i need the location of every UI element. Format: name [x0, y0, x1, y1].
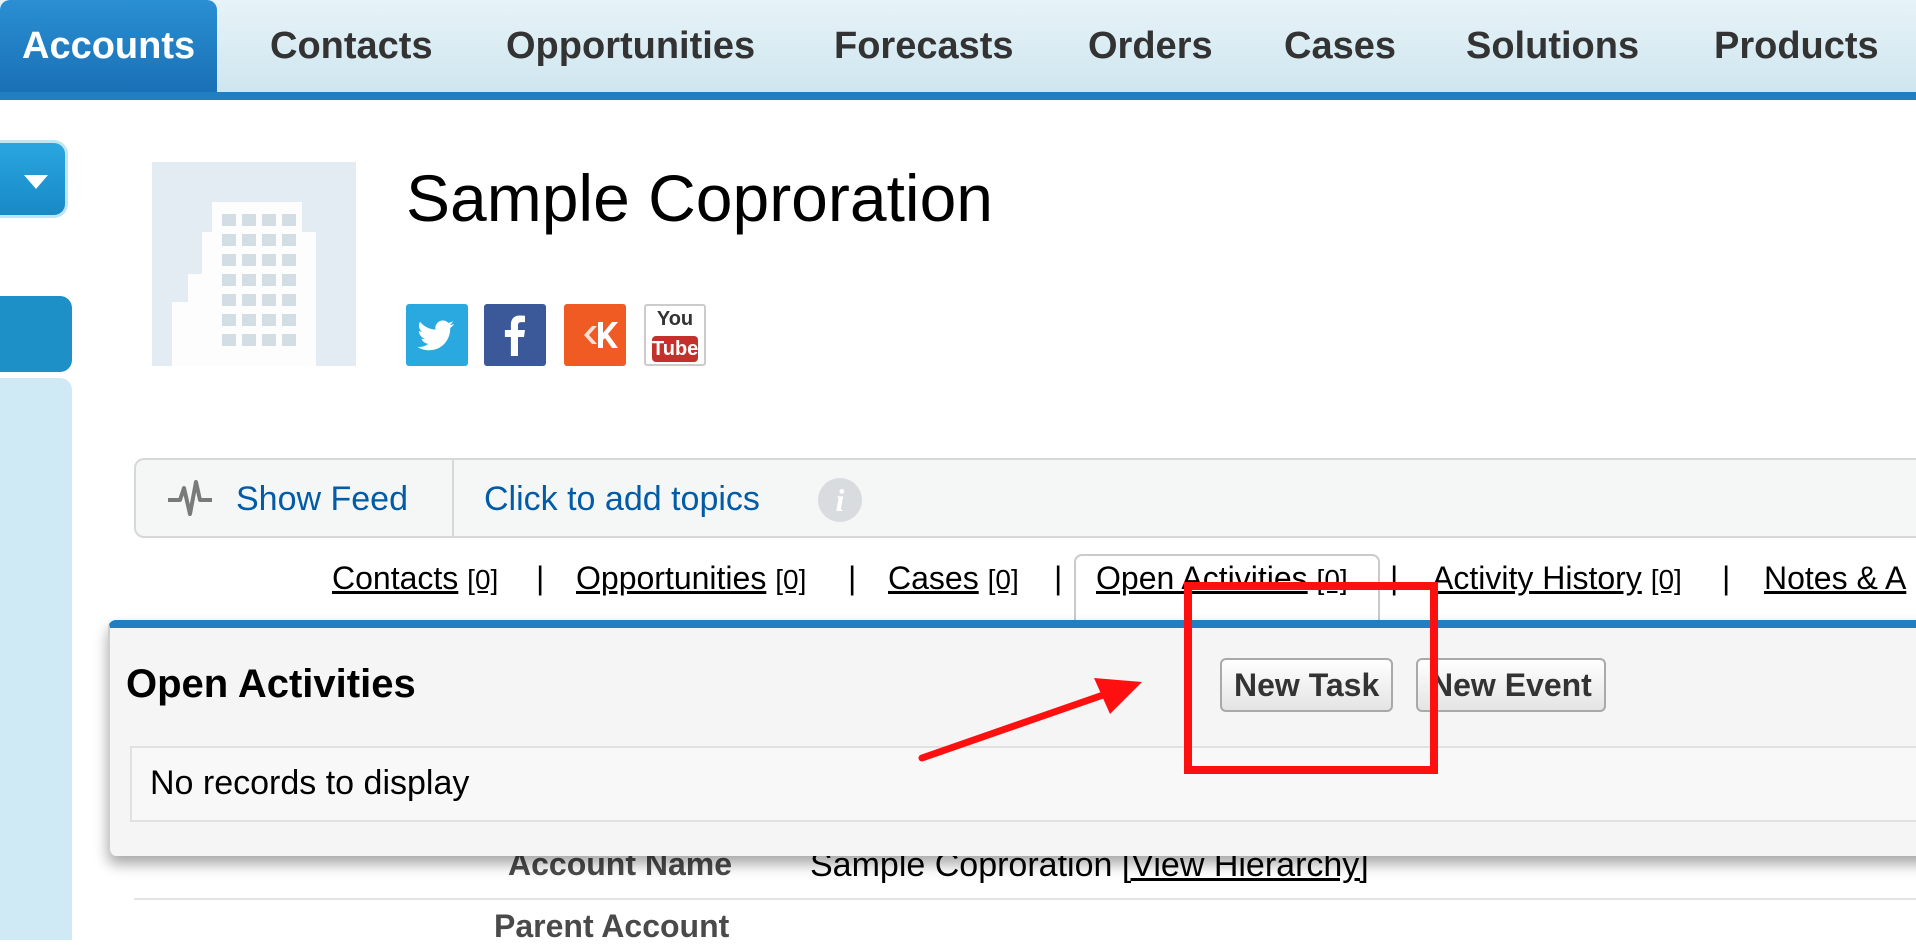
info-icon[interactable]: i	[818, 478, 862, 522]
open-activities-title: Open Activities	[126, 662, 416, 706]
related-link-contacts[interactable]: Contacts [0]	[332, 560, 498, 597]
related-link-label: Contacts	[332, 560, 459, 596]
add-topics-link[interactable]: Click to add topics	[484, 480, 760, 519]
related-link-cases[interactable]: Cases [0]	[888, 560, 1019, 597]
related-link-opportunities[interactable]: Opportunities [0]	[576, 560, 806, 597]
related-link-label: Cases	[888, 560, 979, 596]
tab-forecasts[interactable]: Forecasts	[834, 0, 1014, 92]
chevron-down-icon	[24, 175, 48, 189]
annotation-arrow-icon	[918, 678, 1142, 762]
related-separator: |	[1054, 560, 1063, 596]
tab-cases[interactable]: Cases	[1284, 0, 1396, 92]
tab-contacts[interactable]: Contacts	[270, 0, 433, 92]
empty-state-text: No records to display	[150, 764, 470, 802]
youtube-icon[interactable]: You Tube	[644, 304, 706, 366]
detail-divider	[134, 898, 1916, 900]
parent-account-label: Parent Account	[494, 908, 730, 944]
related-link-label: Activity History	[1432, 560, 1642, 596]
related-link-activity-history[interactable]: Activity History [0]	[1432, 560, 1682, 597]
related-separator: |	[536, 560, 545, 596]
related-link-label: Notes & A	[1764, 560, 1907, 596]
chatter-feed-bar: Show Feed Click to add topics i	[134, 458, 1916, 538]
account-building-icon	[152, 162, 356, 366]
annotation-highlight-box	[1184, 582, 1438, 774]
tab-opportunities[interactable]: Opportunities	[506, 0, 755, 92]
new-event-button[interactable]: New Event	[1416, 658, 1606, 712]
twitter-icon[interactable]	[406, 304, 468, 366]
sidebar-panel	[0, 378, 72, 940]
related-link-notes-attachments[interactable]: Notes & A	[1764, 560, 1906, 597]
youtube-logo-top: You	[656, 308, 694, 330]
related-link-count: [0]	[1650, 564, 1682, 595]
sidebar-create-new-button[interactable]	[0, 296, 72, 372]
page-title: Sample Coproration	[406, 161, 993, 235]
top-navigation-bar: Accounts Contacts Opportunities Forecast…	[0, 0, 1916, 100]
related-link-count: [0]	[987, 564, 1019, 595]
sidebar-collapse-toggle[interactable]	[0, 140, 68, 218]
tab-orders[interactable]: Orders	[1088, 0, 1213, 92]
tab-accounts[interactable]: Accounts	[0, 0, 218, 92]
tab-solutions[interactable]: Solutions	[1466, 0, 1639, 92]
klout-icon[interactable]	[564, 304, 626, 366]
related-separator: |	[848, 560, 857, 596]
tab-products[interactable]: Products	[1714, 0, 1879, 92]
related-link-count: [0]	[775, 564, 807, 595]
feed-pulse-icon	[168, 480, 212, 516]
facebook-icon[interactable]	[484, 304, 546, 366]
youtube-logo-bottom: Tube	[652, 336, 699, 362]
show-feed-link[interactable]: Show Feed	[236, 480, 408, 519]
related-link-count: [0]	[467, 564, 499, 595]
related-separator: |	[1722, 560, 1731, 596]
feedbar-divider	[452, 460, 454, 536]
related-link-label: Opportunities	[576, 560, 767, 596]
